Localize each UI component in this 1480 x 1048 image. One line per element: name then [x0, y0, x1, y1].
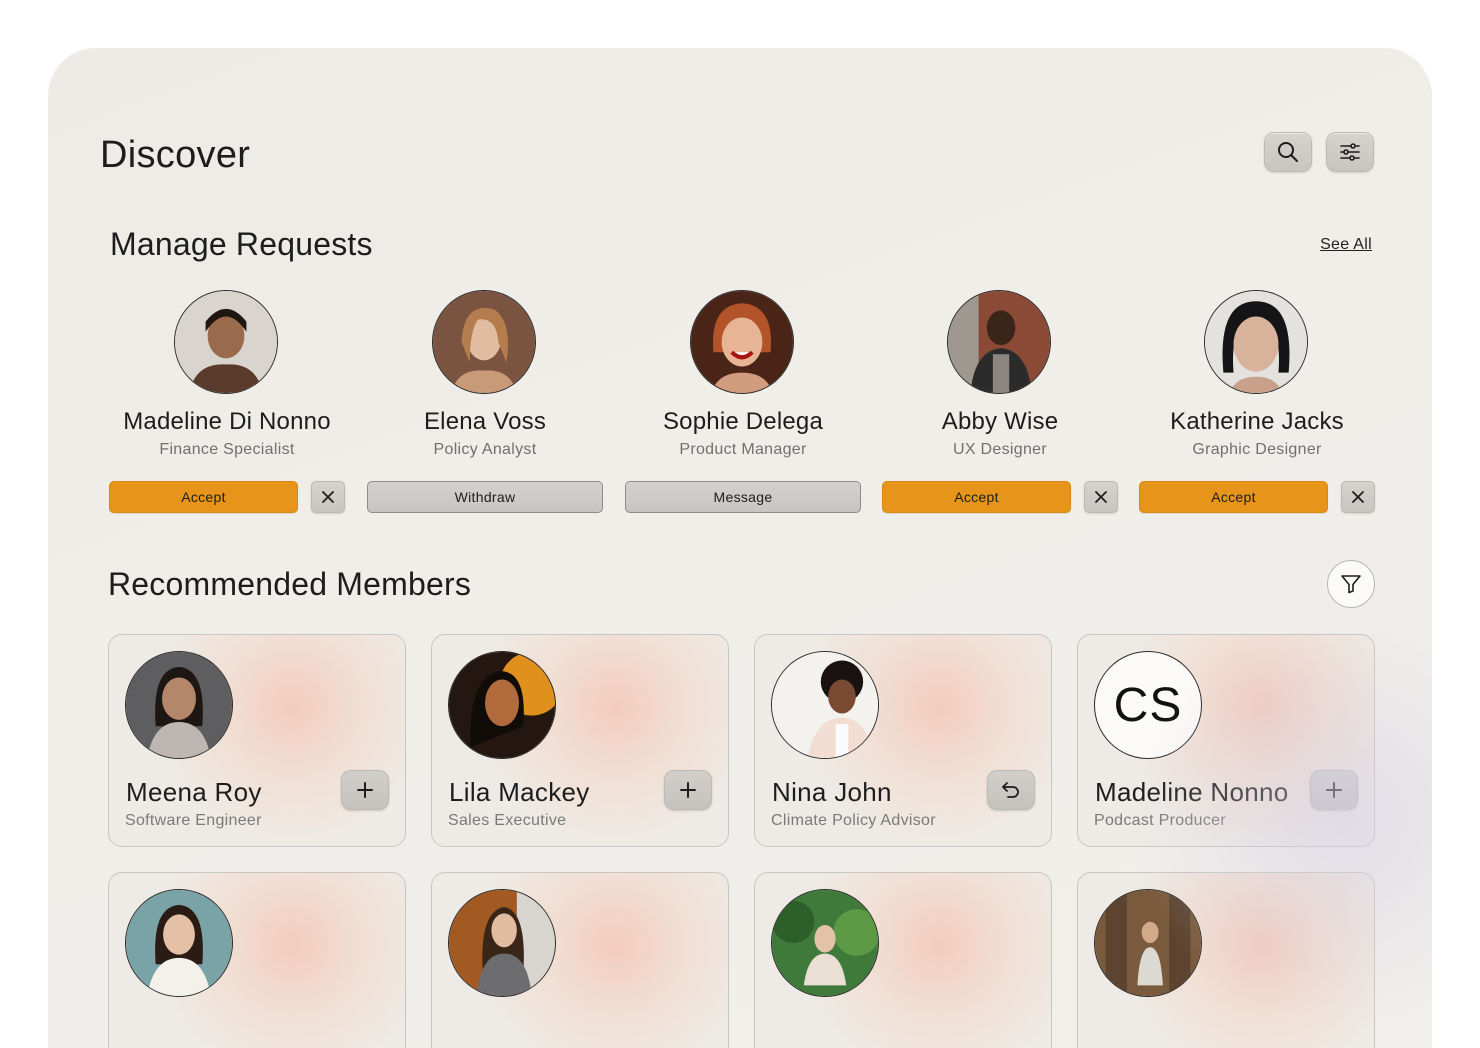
- avatar: [125, 651, 233, 759]
- add-member-button[interactable]: [341, 770, 389, 810]
- avatar: [771, 651, 879, 759]
- avatar: [432, 290, 536, 394]
- member-card[interactable]: Meena Roy Software Engineer: [108, 634, 406, 847]
- add-member-button[interactable]: [664, 770, 712, 810]
- accept-button[interactable]: Accept: [109, 481, 298, 513]
- avatar: [771, 889, 879, 997]
- close-icon: [1352, 491, 1364, 503]
- funnel-icon: [1341, 575, 1361, 594]
- manage-requests-title: Manage Requests: [110, 226, 373, 262]
- close-icon: [1095, 491, 1107, 503]
- member-name: Madeline Nonno: [1095, 777, 1289, 807]
- discover-window: Discover Manage Requests See All Madelin…: [48, 48, 1432, 1048]
- avatar-initials: CS: [1094, 651, 1202, 759]
- request-role: Policy Analyst: [433, 441, 537, 458]
- top-actions: [1264, 132, 1374, 172]
- requests-row: Madeline Di Nonno Finance Specialist Acc…: [109, 290, 1375, 530]
- member-card[interactable]: [1077, 872, 1375, 1048]
- avatar: [1204, 290, 1308, 394]
- message-button[interactable]: Message: [625, 481, 861, 513]
- plus-icon: [680, 782, 696, 798]
- plus-icon: [1326, 782, 1342, 798]
- dismiss-button[interactable]: [311, 481, 345, 513]
- page-title: Discover: [100, 134, 251, 176]
- member-card[interactable]: Lila Mackey Sales Executive: [431, 634, 729, 847]
- request-name: Abby Wise: [941, 408, 1059, 435]
- avatar: [174, 290, 278, 394]
- member-role: Sales Executive: [448, 812, 567, 829]
- request-item: Sophie Delega Product Manager Message: [625, 290, 861, 520]
- avatar: [1094, 889, 1202, 997]
- member-card[interactable]: [754, 872, 1052, 1048]
- member-card[interactable]: [108, 872, 406, 1048]
- request-name: Katherine Jacks: [1170, 408, 1344, 435]
- close-icon: [322, 491, 334, 503]
- plus-icon: [357, 782, 373, 798]
- request-role: Graphic Designer: [1192, 441, 1322, 458]
- avatar: [448, 889, 556, 997]
- avatar: [125, 889, 233, 997]
- search-button[interactable]: [1264, 132, 1312, 172]
- request-name: Sophie Delega: [662, 408, 824, 435]
- dismiss-button[interactable]: [1084, 481, 1118, 513]
- sliders-icon: [1340, 143, 1360, 161]
- member-card[interactable]: CS Madeline Nonno Podcast Producer: [1077, 634, 1375, 847]
- member-role: Podcast Producer: [1094, 812, 1226, 829]
- request-item: Elena Voss Policy Analyst Withdraw: [367, 290, 603, 520]
- undo-request-button[interactable]: [987, 770, 1035, 810]
- request-item: Madeline Di Nonno Finance Specialist Acc…: [109, 290, 345, 520]
- request-role: Product Manager: [679, 441, 807, 458]
- recommended-members-title: Recommended Members: [108, 566, 472, 602]
- member-name: Meena Roy: [126, 777, 262, 807]
- request-item: Katherine Jacks Graphic Designer Accept: [1139, 290, 1375, 520]
- search-icon: [1278, 142, 1298, 162]
- request-role: UX Designer: [952, 441, 1047, 458]
- member-role: Software Engineer: [125, 812, 262, 829]
- member-card[interactable]: [431, 872, 729, 1048]
- see-all-link[interactable]: See All: [1320, 236, 1372, 254]
- request-item: Abby Wise UX Designer Accept: [882, 290, 1118, 520]
- withdraw-button[interactable]: Withdraw: [367, 481, 603, 513]
- dismiss-button[interactable]: [1341, 481, 1375, 513]
- settings-button[interactable]: [1326, 132, 1374, 172]
- avatar: [690, 290, 794, 394]
- filter-button[interactable]: [1327, 560, 1375, 608]
- undo-icon: [1002, 782, 1019, 798]
- member-name: Lila Mackey: [449, 777, 590, 807]
- add-member-button[interactable]: [1310, 770, 1358, 810]
- accept-button[interactable]: Accept: [882, 481, 1071, 513]
- request-name: Elena Voss: [423, 408, 547, 435]
- avatar: [448, 651, 556, 759]
- request-name: Madeline Di Nonno: [123, 408, 331, 435]
- request-role: Finance Specialist: [159, 441, 295, 458]
- member-role: Climate Policy Advisor: [771, 812, 936, 829]
- avatar: [947, 290, 1051, 394]
- member-name: Nina John: [772, 777, 892, 807]
- member-card[interactable]: Nina John Climate Policy Advisor: [754, 634, 1052, 847]
- accept-button[interactable]: Accept: [1139, 481, 1328, 513]
